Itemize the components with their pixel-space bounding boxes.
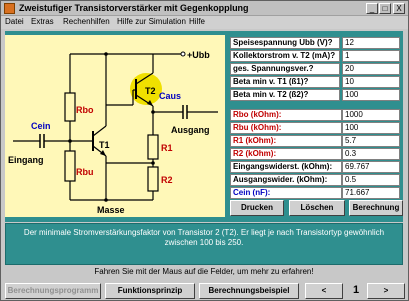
result-value-cein: 71.667 [342, 187, 400, 199]
circuit-diagram: +Ubb Masse Rbo Rbu Cein Eingang T1 T2 Ca… [5, 35, 225, 217]
t2-label: T2 [145, 86, 156, 96]
ubb-terminal [180, 51, 186, 57]
circuit-schematic: +Ubb Masse Rbo Rbu Cein Eingang T1 T2 Ca… [8, 50, 218, 215]
param-label-beta-t2: Beta min v. T2 (ß2)? [230, 89, 340, 101]
input-collector-current[interactable]: 1 [342, 50, 400, 62]
param-label-ubb: Speisespannung Ubb (V)? [230, 37, 340, 49]
result-label-cein: Cein (nF): [230, 187, 342, 199]
app-window: Zweistufiger Transistorverstärker mit Ge… [0, 0, 409, 301]
ubb-label: +Ubb [187, 50, 210, 60]
result-label-input-resistance: Eingangswiderst. (kOhm): [230, 161, 342, 173]
title-bar: Zweistufiger Transistorverstärker mit Ge… [1, 1, 408, 16]
masse-label: Masse [97, 205, 125, 215]
nav-next-button[interactable]: > [367, 283, 405, 299]
loeschen-button[interactable]: Löschen [289, 200, 345, 216]
page-number: 1 [352, 284, 360, 296]
result-value-r1: 5.7 [342, 135, 400, 147]
result-value-output-resistance: 0.5 [342, 174, 400, 186]
rbo-resistor[interactable] [64, 92, 76, 122]
rbo-label: Rbo [76, 105, 94, 115]
result-label-output-resistance: Ausgangswider. (kOhm): [230, 174, 342, 186]
rbu-resistor[interactable] [64, 150, 76, 182]
result-value-rbo: 1000 [342, 109, 400, 121]
r2-label: R2 [161, 175, 173, 185]
hint-text: Fahren Sie mit der Maus auf die Felder, … [94, 267, 314, 276]
result-value-rbu: 100 [342, 122, 400, 134]
input-ubb[interactable]: 12 [342, 37, 400, 49]
result-label-r2: R2 (kOhm): [230, 148, 342, 160]
param-label-beta-t1: Beta min v. T1 (ß1)? [230, 76, 340, 88]
drucken-button[interactable]: Drucken [230, 200, 284, 216]
result-value-r2: 0.3 [342, 148, 400, 160]
caus-label: Caus [159, 91, 181, 101]
param-label-collector-current: Kollektorstrom v. T2 (mA)? [230, 50, 340, 62]
menu-hilfe-zur-simulation[interactable]: Hilfe zur Simulation [117, 17, 186, 26]
result-label-rbu: Rbu (kOhm): [230, 122, 342, 134]
maximize-button[interactable]: □ [379, 3, 391, 14]
menu-hilfe[interactable]: Hilfe [189, 17, 205, 26]
ausgang-label: Ausgang [171, 125, 210, 135]
input-beta-t2[interactable]: 100 [342, 89, 400, 101]
nav-berechnungsprogramm-button[interactable]: Berechnungsprogramm [5, 283, 101, 299]
r1-resistor[interactable] [147, 134, 159, 160]
r1-label: R1 [161, 143, 173, 153]
nav-funktionsprinzip-button[interactable]: Funktionsprinzip [105, 283, 195, 299]
app-icon [4, 3, 15, 14]
param-label-gain: ges. Spannungsver.? [230, 63, 340, 75]
eingang-label: Eingang [8, 155, 44, 165]
result-label-r1: R1 (kOhm): [230, 135, 342, 147]
menu-bar: Datei Extras Rechenhilfen Hilfe zur Simu… [1, 16, 408, 29]
result-label-rbo: Rbo (kOhm): [230, 109, 342, 121]
window-title: Zweistufiger Transistorverstärker mit Ge… [19, 3, 249, 13]
close-button[interactable]: X [393, 3, 405, 14]
input-beta-t1[interactable]: 10 [342, 76, 400, 88]
cein-label: Cein [31, 121, 51, 131]
nav-berechnungsbeispiel-button[interactable]: Berechnungsbeispiel [199, 283, 299, 299]
input-gain[interactable]: 20 [342, 63, 400, 75]
rbu-label: Rbu [76, 167, 94, 177]
nav-prev-button[interactable]: < [305, 283, 343, 299]
berechnung-button[interactable]: Berechnung [349, 200, 403, 216]
menu-extras[interactable]: Extras [31, 17, 54, 26]
menu-rechenhilfen[interactable]: Rechenhilfen [63, 17, 110, 26]
result-value-input-resistance: 69.767 [342, 161, 400, 173]
info-text-box: Der minimale Stromverstärkungsfaktor von… [5, 223, 403, 265]
minimize-button[interactable]: _ [366, 3, 378, 14]
r2-resistor[interactable] [147, 166, 159, 192]
t1-label: T1 [99, 140, 110, 150]
menu-datei[interactable]: Datei [5, 17, 24, 26]
